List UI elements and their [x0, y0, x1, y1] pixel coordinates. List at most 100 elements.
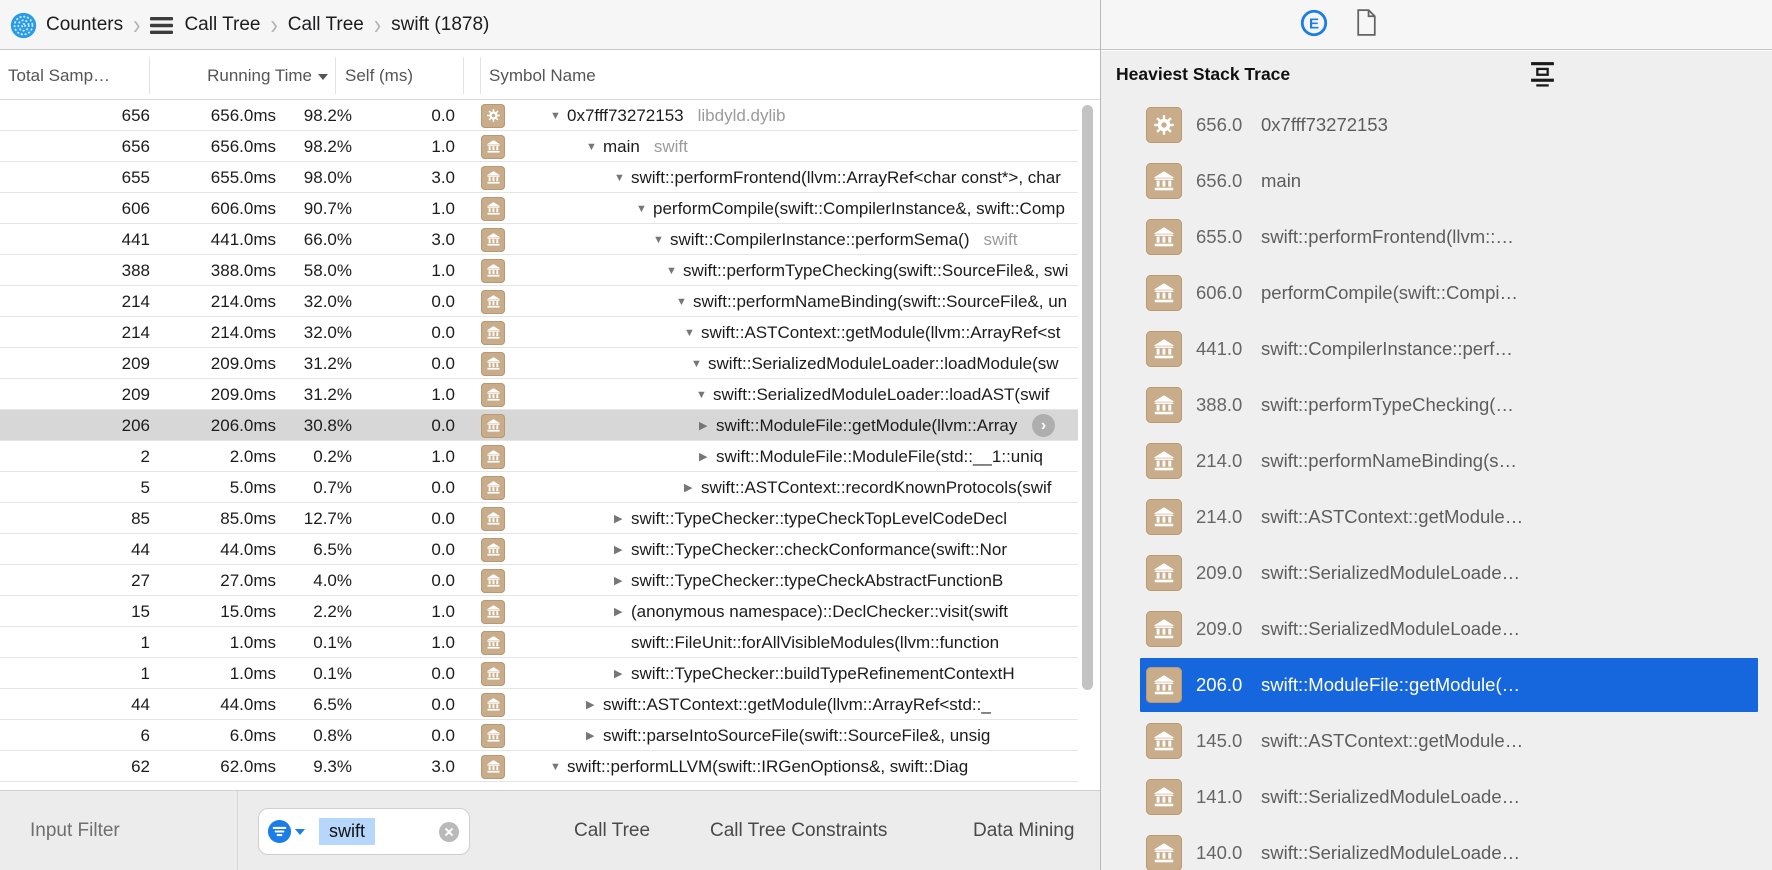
- call-tree-row[interactable]: 214214.0ms32.0%0.0▼swift::ASTContext::ge…: [0, 317, 1078, 348]
- call-tree-row[interactable]: 209209.0ms31.2%0.0▼swift::SerializedModu…: [0, 348, 1078, 379]
- stack-trace-row[interactable]: 141.0swift::SerializedModuleLoade…: [1101, 769, 1772, 825]
- stack-trace-row[interactable]: 145.0swift::ASTContext::getModule…: [1101, 713, 1772, 769]
- chevron-down-icon[interactable]: [295, 829, 305, 835]
- breadcrumb-item-counters[interactable]: Counters: [46, 14, 123, 36]
- call-tree-row[interactable]: 4444.0ms6.5%0.0▶swift::ASTContext::getMo…: [0, 689, 1078, 720]
- stack-trace-row[interactable]: 606.0performCompile(swift::Compi…: [1101, 265, 1772, 321]
- symbol-label: swift::TypeChecker::typeCheckAbstractFun…: [631, 571, 1003, 591]
- disclosure-closed-icon[interactable]: ▶: [614, 574, 631, 587]
- disclosure-open-icon[interactable]: ▼: [586, 141, 603, 153]
- self-ms-cell: 0.0: [352, 317, 455, 348]
- running-time-cell: 388.0ms: [154, 255, 276, 286]
- tab-data-mining[interactable]: Data Mining: [973, 791, 1074, 870]
- running-time-percent-cell: 4.0%: [280, 565, 352, 596]
- disclosure-closed-icon[interactable]: ▶: [614, 543, 631, 556]
- column-header-running-time[interactable]: Running Time: [152, 51, 330, 100]
- column-header-self[interactable]: Self (ms): [345, 51, 413, 100]
- disclosure-closed-icon[interactable]: ▶: [684, 481, 701, 494]
- column-header-symbol-name[interactable]: Symbol Name: [489, 51, 596, 100]
- column-header-total-samples[interactable]: Total Samp…: [8, 51, 110, 100]
- disclosure-open-icon[interactable]: ▼: [691, 358, 708, 370]
- call-tree-row[interactable]: 4444.0ms6.5%0.0▶swift::TypeChecker::chec…: [0, 534, 1078, 565]
- call-tree-row[interactable]: 388388.0ms58.0%1.0▼swift::performTypeChe…: [0, 255, 1078, 286]
- disclosure-closed-icon[interactable]: ▶: [614, 605, 631, 618]
- disclosure-open-icon[interactable]: ▼: [550, 110, 567, 122]
- call-tree-list-icon[interactable]: [150, 16, 173, 35]
- total-samples-cell: 214: [0, 317, 150, 348]
- self-ms-cell: 3.0: [352, 751, 455, 782]
- library-label: swift: [983, 230, 1017, 250]
- total-samples-cell: 209: [0, 348, 150, 379]
- filter-query-text[interactable]: swift: [319, 818, 375, 845]
- call-tree-row[interactable]: 209209.0ms31.2%1.0▼swift::SerializedModu…: [0, 379, 1078, 410]
- scrollbar-thumb[interactable]: [1082, 105, 1093, 690]
- filter-search-field[interactable]: swift: [258, 808, 470, 855]
- disclosure-open-icon[interactable]: ▼: [653, 234, 670, 246]
- disclosure-open-icon[interactable]: ▼: [684, 327, 701, 339]
- tab-call-tree[interactable]: Call Tree: [574, 791, 650, 870]
- breadcrumb-item-swift-focus[interactable]: swift (1878): [391, 14, 489, 36]
- disclosure-open-icon[interactable]: ▼: [676, 296, 693, 308]
- disclosure-closed-icon[interactable]: ▶: [614, 512, 631, 525]
- call-tree-row[interactable]: 441441.0ms66.0%3.0▼swift::CompilerInstan…: [0, 224, 1078, 255]
- column-divider[interactable]: [149, 57, 150, 94]
- call-tree-row[interactable]: 66.0ms0.8%0.0▶swift::parseIntoSourceFile…: [0, 720, 1078, 751]
- stack-trace-row[interactable]: 655.0swift::performFrontend(llvm::…: [1101, 209, 1772, 265]
- breadcrumb-item-call-tree-2[interactable]: Call Tree: [288, 14, 364, 36]
- disclosure-closed-icon[interactable]: ▶: [614, 667, 631, 680]
- stack-trace-row[interactable]: 209.0swift::SerializedModuleLoade…: [1101, 601, 1772, 657]
- call-tree-row[interactable]: 655655.0ms98.0%3.0▼swift::performFronten…: [0, 162, 1078, 193]
- stack-trace-row[interactable]: 209.0swift::SerializedModuleLoade…: [1101, 545, 1772, 601]
- stack-trace-row[interactable]: 214.0swift::ASTContext::getModule…: [1101, 489, 1772, 545]
- call-tree-row[interactable]: 1515.0ms2.2%1.0▶(anonymous namespace)::D…: [0, 596, 1078, 627]
- call-tree-row[interactable]: 214214.0ms32.0%0.0▼swift::performNameBin…: [0, 286, 1078, 317]
- extended-detail-icon[interactable]: E: [1300, 9, 1328, 42]
- panel-title: Heaviest Stack Trace: [1116, 51, 1290, 97]
- disclosure-closed-icon[interactable]: ▶: [586, 729, 603, 742]
- breadcrumb-bar: Counters › Call Tree › Call Tree › swift…: [0, 0, 1772, 50]
- filter-options-icon[interactable]: [267, 819, 292, 844]
- call-tree-row[interactable]: 656656.0ms98.2%1.0▼mainswift: [0, 131, 1078, 162]
- stack-trace-row[interactable]: 214.0swift::performNameBinding(s…: [1101, 433, 1772, 489]
- call-tree-row[interactable]: 656656.0ms98.2%0.0▼0x7fff73272153libdyld…: [0, 100, 1078, 131]
- symbol-label: swift::CompilerInstance::perf…: [1261, 321, 1748, 377]
- call-tree-row[interactable]: 6262.0ms9.3%3.0▼swift::performLLVM(swift…: [0, 751, 1078, 782]
- filter-bar: Input Filter swift Call Tree Call Tree C…: [0, 790, 1100, 870]
- column-divider[interactable]: [463, 57, 464, 94]
- disclosure-open-icon[interactable]: ▼: [696, 389, 713, 401]
- disclosure-closed-icon[interactable]: ▶: [699, 419, 716, 432]
- disclosure-closed-icon[interactable]: ▶: [586, 698, 603, 711]
- disclosure-open-icon[interactable]: ▼: [550, 761, 567, 773]
- call-tree-row[interactable]: 22.0ms0.2%1.0▶swift::ModuleFile::ModuleF…: [0, 441, 1078, 472]
- stack-trace-row[interactable]: 388.0swift::performTypeChecking(…: [1101, 377, 1772, 433]
- call-tree-row[interactable]: 8585.0ms12.7%0.0▶swift::TypeChecker::typ…: [0, 503, 1078, 534]
- stack-trace-row[interactable]: 441.0swift::CompilerInstance::perf…: [1101, 321, 1772, 377]
- stack-compression-icon[interactable]: [1529, 59, 1556, 93]
- call-tree-row[interactable]: 55.0ms0.7%0.0▶swift::ASTContext::recordK…: [0, 472, 1078, 503]
- stack-trace-row[interactable]: 140.0swift::SerializedModuleLoade…: [1101, 825, 1772, 870]
- disclosure-closed-icon[interactable]: ▶: [699, 450, 716, 463]
- stack-trace-row[interactable]: 656.00x7fff73272153: [1101, 97, 1772, 153]
- breadcrumb-item-call-tree-1[interactable]: Call Tree: [184, 14, 260, 36]
- disclosure-open-icon[interactable]: ▼: [636, 203, 653, 215]
- disclosure-open-icon[interactable]: ▼: [666, 265, 683, 277]
- call-tree-row[interactable]: 606606.0ms90.7%1.0▼performCompile(swift:…: [0, 193, 1078, 224]
- call-tree-row[interactable]: 206206.0ms30.8%0.0▶swift::ModuleFile::ge…: [0, 410, 1078, 441]
- call-tree-row[interactable]: 11.0ms0.1%0.0▶swift::TypeChecker::buildT…: [0, 658, 1078, 689]
- vertical-scrollbar[interactable]: [1082, 105, 1094, 741]
- symbol-label: swift::performFrontend(llvm::…: [1261, 209, 1748, 265]
- stack-trace-row[interactable]: 656.0main: [1101, 153, 1772, 209]
- document-icon[interactable]: [1354, 8, 1379, 42]
- stack-trace-row[interactable]: 206.0swift::ModuleFile::getModule(…: [1101, 657, 1772, 713]
- call-tree-row[interactable]: 11.0ms0.1%1.0swift::FileUnit::forAllVisi…: [0, 627, 1078, 658]
- disclosure-open-icon[interactable]: ▼: [614, 172, 631, 184]
- call-tree-row[interactable]: 2727.0ms4.0%0.0▶swift::TypeChecker::type…: [0, 565, 1078, 596]
- running-time-percent-cell: 90.7%: [280, 193, 352, 224]
- running-time-percent-cell: 98.0%: [280, 162, 352, 193]
- column-divider[interactable]: [335, 57, 336, 94]
- clear-filter-icon[interactable]: [439, 822, 459, 842]
- symbol-label: swift::SerializedModuleLoade…: [1261, 825, 1748, 870]
- focus-disclosure-arrow-icon[interactable]: ›: [1032, 414, 1055, 437]
- column-divider[interactable]: [480, 57, 481, 94]
- tab-call-tree-constraints[interactable]: Call Tree Constraints: [710, 791, 887, 870]
